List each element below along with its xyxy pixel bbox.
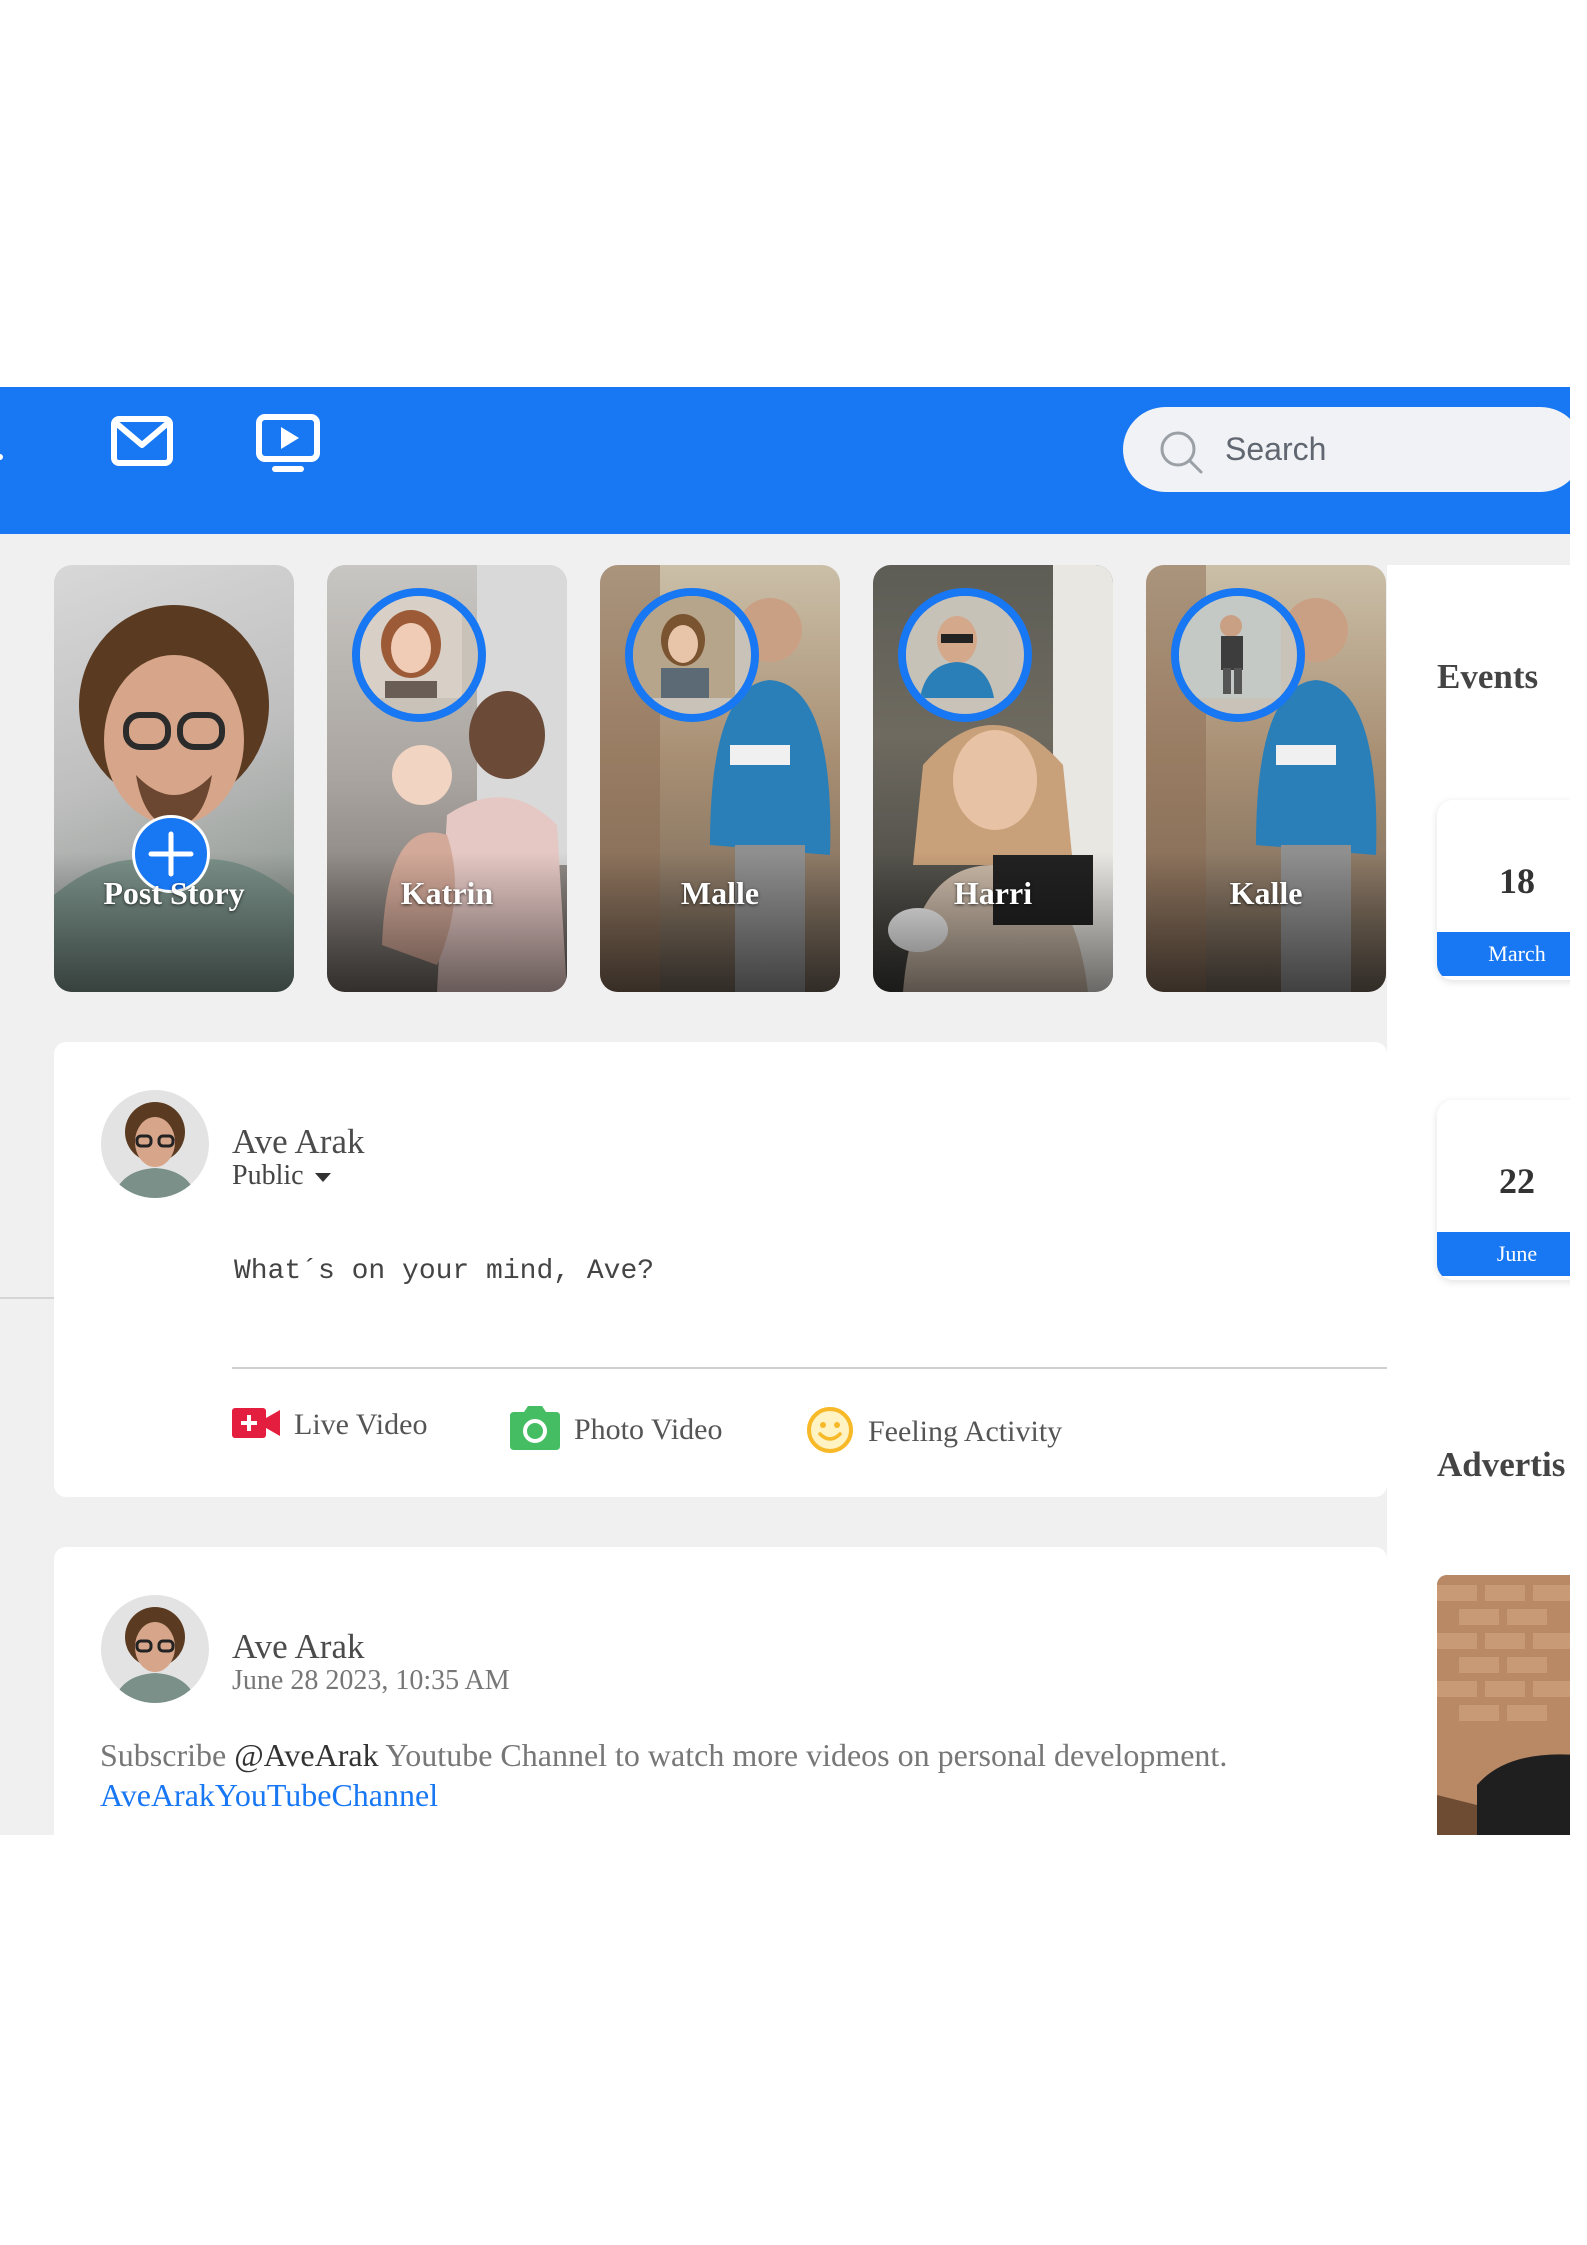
live-video-button[interactable]: Live Video xyxy=(232,1406,427,1448)
story-label: Kalle xyxy=(1229,875,1303,911)
app-screen: Search Post Story Katrin Malle Harri Kal… xyxy=(0,387,1570,1835)
story-shade xyxy=(1146,852,1386,992)
photo-video-button[interactable]: Photo Video xyxy=(510,1406,723,1458)
story-shade xyxy=(327,852,567,992)
post-timestamp[interactable]: June 28 2023, 10:35 AM xyxy=(232,1665,510,1697)
youtube-channel-link[interactable]: AveArakYouTubeChannel xyxy=(100,1777,438,1813)
story-avatar-kalle xyxy=(1171,588,1305,722)
story-avatar-malle xyxy=(625,588,759,722)
smiley-icon xyxy=(806,1406,854,1462)
story-shade xyxy=(600,852,840,992)
post-mention-link[interactable]: @AveArak xyxy=(234,1737,378,1773)
audience-selector[interactable]: Public xyxy=(232,1160,331,1192)
advertisement-image[interactable] xyxy=(1437,1575,1570,1835)
story-malle[interactable]: Malle xyxy=(600,565,840,992)
post-body: Subscribe @AveArak Youtube Channel to wa… xyxy=(100,1735,1380,1815)
event-month: June xyxy=(1437,1232,1570,1276)
photo-video-label: Photo Video xyxy=(574,1412,723,1446)
event-month: March xyxy=(1437,932,1570,976)
advertisement-heading: Advertis xyxy=(1437,1445,1570,1485)
post-text-after: Youtube Channel to watch more videos on … xyxy=(378,1737,1228,1773)
avatar[interactable] xyxy=(101,1090,209,1198)
post-text-before: Subscribe xyxy=(100,1737,235,1773)
top-navigation-bar: Search xyxy=(0,387,1570,534)
search-placeholder: Search xyxy=(1225,431,1327,467)
avatar[interactable] xyxy=(101,1595,209,1703)
story-harri[interactable]: Harri xyxy=(873,565,1113,992)
event-card[interactable]: 18 March xyxy=(1437,800,1570,980)
story-post-story[interactable]: Post Story xyxy=(54,565,294,992)
story-katrin[interactable]: Katrin xyxy=(327,565,567,992)
feeling-activity-button[interactable]: Feeling Activity xyxy=(806,1406,1062,1462)
live-video-icon xyxy=(232,1406,280,1448)
search-input[interactable]: Search xyxy=(1123,407,1570,492)
messages-mail-icon[interactable] xyxy=(110,415,174,472)
notifications-bell-icon[interactable] xyxy=(0,417,16,467)
live-video-label: Live Video xyxy=(294,1407,428,1441)
story-label: Malle xyxy=(680,875,760,911)
right-sidebar: Events 18 March 22 June Advertis xyxy=(1387,565,1570,1835)
advertisement-heading-text: Advertis xyxy=(1437,1445,1566,1484)
audience-label: Public xyxy=(232,1160,304,1191)
events-heading: Events xyxy=(1437,657,1539,696)
create-post-card: Ave Arak Public What´s on your mind, Ave… xyxy=(54,1042,1392,1497)
composer-divider xyxy=(232,1367,1392,1369)
event-day: 22 xyxy=(1499,1161,1535,1201)
story-avatar-harri xyxy=(898,588,1032,722)
feeling-activity-label: Feeling Activity xyxy=(868,1414,1063,1448)
post-composer-input[interactable]: What´s on your mind, Ave? xyxy=(234,1256,654,1287)
post-author-name[interactable]: Ave Arak xyxy=(232,1627,365,1667)
story-label: Katrin xyxy=(400,875,494,911)
story-label: Post Story xyxy=(103,875,245,911)
event-day: 18 xyxy=(1499,861,1535,901)
composer-user-name[interactable]: Ave Arak xyxy=(232,1122,365,1162)
event-card[interactable]: 22 June xyxy=(1437,1100,1570,1280)
story-kalle[interactable]: Kalle xyxy=(1146,565,1386,992)
story-shade xyxy=(873,852,1113,992)
feed-post-card: Ave Arak June 28 2023, 10:35 AM Subscrib… xyxy=(54,1547,1387,1835)
story-avatar-katrin xyxy=(352,588,486,722)
story-label: Harri xyxy=(953,875,1033,911)
camera-icon xyxy=(510,1406,560,1458)
left-column-divider xyxy=(0,1297,54,1299)
watch-video-icon[interactable] xyxy=(255,413,321,480)
search-icon xyxy=(1158,429,1204,480)
caret-down-icon xyxy=(314,1173,331,1183)
